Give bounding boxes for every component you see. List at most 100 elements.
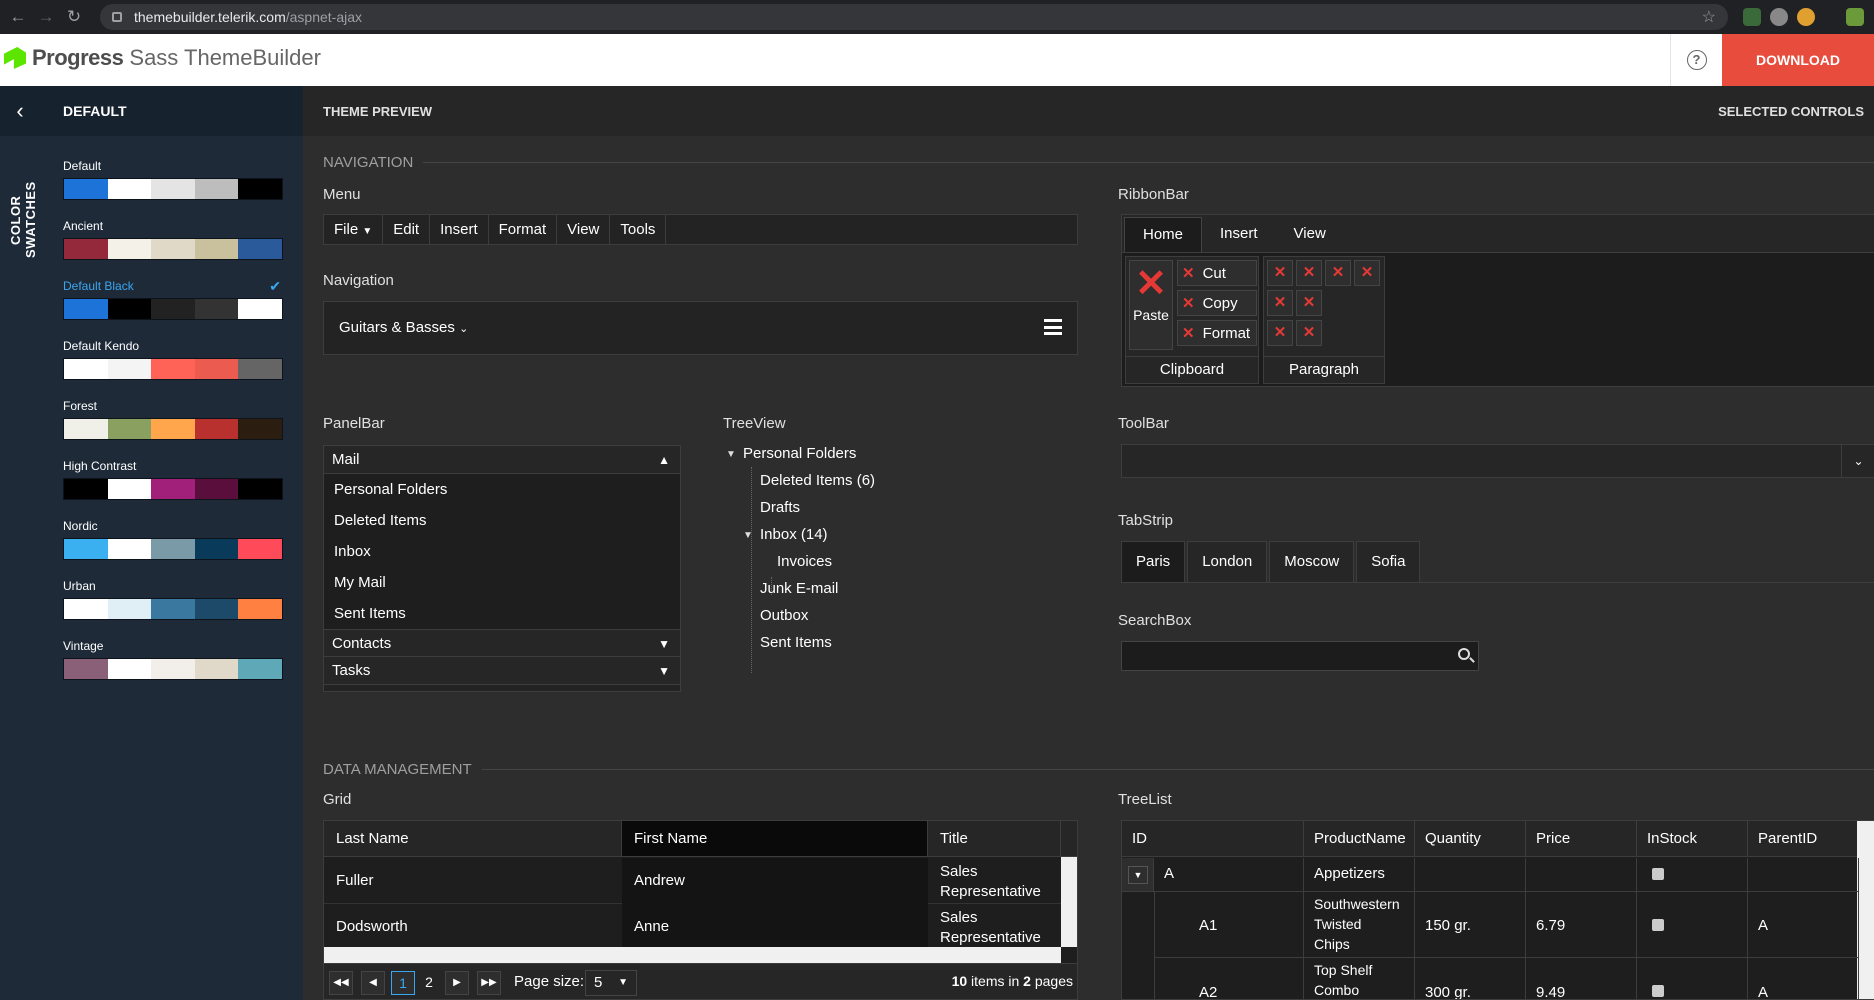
expand-triangle-icon[interactable]: ▼ xyxy=(743,530,753,541)
collapse-triangle-icon[interactable]: ▼ xyxy=(1128,866,1148,884)
back-icon[interactable]: ← xyxy=(8,7,28,27)
ribbon-tab-home[interactable]: Home xyxy=(1124,217,1203,252)
tab-moscow[interactable]: Moscow xyxy=(1269,541,1355,582)
last-page-icon[interactable]: ▶▶ xyxy=(477,971,501,995)
extension-icon[interactable] xyxy=(1846,8,1864,26)
panelbar-item[interactable]: Personal Folders xyxy=(324,474,680,505)
panelbar: Mail ▲ Personal Folders Deleted Items Inb… xyxy=(323,445,681,692)
grid-header-title[interactable]: Title xyxy=(928,821,1061,857)
copy-button[interactable]: ✕ Copy xyxy=(1177,290,1257,316)
pager-summary: 10 items in 2 pages xyxy=(951,973,1073,989)
tree-node-inbox[interactable]: Inbox (14) xyxy=(760,526,828,543)
vertical-scrollbar[interactable] xyxy=(1857,821,1874,999)
menu-item-view[interactable]: View xyxy=(557,215,611,244)
ribbon-tab-insert[interactable]: Insert xyxy=(1202,215,1276,252)
swatch-default-black[interactable]: Default Black ✔ xyxy=(63,278,283,320)
color-chip xyxy=(194,239,239,259)
vertical-scrollbar[interactable] xyxy=(1061,857,1077,947)
panelbar-item[interactable]: Sent Items xyxy=(324,598,680,629)
tree-node-personal-folders[interactable]: Personal Folders xyxy=(743,445,856,462)
color-chip xyxy=(107,299,152,319)
cut-button[interactable]: ✕ Cut xyxy=(1177,260,1257,286)
help-button[interactable]: ? xyxy=(1670,34,1722,86)
tree-node-invoices[interactable]: Invoices xyxy=(777,553,832,570)
hamburger-icon[interactable] xyxy=(1044,319,1062,335)
menu-item-edit[interactable]: Edit xyxy=(383,215,431,244)
paragraph-tool-icon[interactable]: ✕ xyxy=(1267,260,1293,286)
tab-london[interactable]: London xyxy=(1187,541,1268,582)
format-button[interactable]: ✕ Format xyxy=(1177,320,1257,346)
swatch-default-kendo[interactable]: Default Kendo xyxy=(63,338,283,380)
tree-node-drafts[interactable]: Drafts xyxy=(760,499,800,516)
table-row[interactable]: Dodsworth Anne Sales Representative xyxy=(324,904,1061,950)
search-input[interactable] xyxy=(1121,641,1479,671)
address-bar[interactable]: themebuilder.telerik.com/aspnet-ajax ☆ xyxy=(100,4,1728,30)
paste-button[interactable]: ✕ Paste xyxy=(1129,260,1173,350)
ribbon-tab-view[interactable]: View xyxy=(1276,215,1344,252)
table-row[interactable]: Fuller Andrew Sales Representative xyxy=(324,858,1061,904)
first-page-icon[interactable]: ◀◀ xyxy=(329,971,353,995)
paragraph-tool-icon[interactable]: ✕ xyxy=(1267,320,1293,346)
panelbar-item[interactable]: My Mail xyxy=(324,567,680,598)
tree-node-sent[interactable]: Sent Items xyxy=(760,634,832,651)
menu-item-tools[interactable]: Tools xyxy=(610,215,667,244)
paragraph-tool-icon[interactable]: ✕ xyxy=(1354,260,1380,286)
panelbar-header-contacts[interactable]: Contacts ▼ xyxy=(324,629,680,657)
menu-item-insert[interactable]: Insert xyxy=(430,215,489,244)
progress-logo[interactable]: Progress Sass ThemeBuilder xyxy=(4,45,321,71)
treelist-header-id[interactable]: ID xyxy=(1122,821,1304,857)
horizontal-scrollbar[interactable] xyxy=(324,947,1061,963)
next-page-icon[interactable]: ▶ xyxy=(445,971,469,995)
color-chip xyxy=(64,299,108,319)
tab-sofia[interactable]: Sofia xyxy=(1356,541,1421,582)
treelist-header-price[interactable]: Price xyxy=(1526,821,1637,857)
swatch-colors xyxy=(63,478,283,500)
tree-node-junk[interactable]: Junk E-mail xyxy=(760,580,838,597)
paragraph-tool-icon[interactable]: ✕ xyxy=(1267,290,1293,316)
swatch-forest[interactable]: Forest xyxy=(63,398,283,440)
treelist-header-parentid[interactable]: ParentID xyxy=(1748,821,1859,857)
expand-triangle-icon[interactable]: ▼ xyxy=(726,449,736,460)
page-2-button[interactable]: 2 xyxy=(417,971,441,995)
forward-icon[interactable]: → xyxy=(36,7,56,27)
paragraph-tool-icon[interactable]: ✕ xyxy=(1325,260,1351,286)
search-icon[interactable] xyxy=(1458,648,1470,660)
prev-page-icon[interactable]: ◀ xyxy=(361,971,385,995)
bookmark-star-icon[interactable]: ☆ xyxy=(1702,7,1716,27)
extension-icon[interactable] xyxy=(1770,8,1788,26)
swatch-high-contrast[interactable]: High Contrast xyxy=(63,458,283,500)
nav-item-guitars[interactable]: Guitars & Basses ⌄ xyxy=(339,319,468,336)
reload-icon[interactable]: ↻ xyxy=(64,7,84,27)
menu-item-format[interactable]: Format xyxy=(489,215,558,244)
panelbar-header-mail[interactable]: Mail ▲ xyxy=(324,446,680,474)
treelist-header-quantity[interactable]: Quantity xyxy=(1415,821,1526,857)
tree-node-outbox[interactable]: Outbox xyxy=(760,607,808,624)
grid-header-lastname[interactable]: Last Name xyxy=(324,821,622,857)
paragraph-tool-icon[interactable]: ✕ xyxy=(1296,260,1322,286)
swatch-urban[interactable]: Urban xyxy=(63,578,283,620)
page-1-button[interactable]: 1 xyxy=(391,971,415,995)
extension-icon[interactable] xyxy=(1743,8,1761,26)
selected-controls-link[interactable]: SELECTED CONTROLS xyxy=(1718,104,1864,119)
swatch-vintage[interactable]: Vintage xyxy=(63,638,283,680)
color-swatches-tab[interactable]: COLOR SWATCHES xyxy=(8,158,38,282)
chevron-down-icon[interactable]: ⌄ xyxy=(1841,445,1874,477)
treelist-header-productname[interactable]: ProductName xyxy=(1304,821,1415,857)
grid-header-firstname[interactable]: First Name xyxy=(622,821,928,857)
swatch-default[interactable]: Default xyxy=(63,158,283,200)
paragraph-tool-icon[interactable]: ✕ xyxy=(1296,320,1322,346)
panelbar-item[interactable]: Inbox xyxy=(324,536,680,567)
swatch-ancient[interactable]: Ancient xyxy=(63,218,283,260)
paragraph-tool-icon[interactable]: ✕ xyxy=(1296,290,1322,316)
extension-icon[interactable] xyxy=(1797,8,1815,26)
download-button[interactable]: DOWNLOAD xyxy=(1722,34,1874,86)
tab-paris[interactable]: Paris xyxy=(1121,541,1186,582)
panelbar-header-tasks[interactable]: Tasks ▼ xyxy=(324,657,680,685)
treelist-header-instock[interactable]: InStock xyxy=(1637,821,1748,857)
swatch-nordic[interactable]: Nordic xyxy=(63,518,283,560)
panelbar-item[interactable]: Deleted Items xyxy=(324,505,680,536)
tree-node-deleted[interactable]: Deleted Items (6) xyxy=(760,472,875,489)
menu-item-file[interactable]: File ▼ xyxy=(324,215,384,244)
page-size-select[interactable]: 5 ▼ xyxy=(585,970,637,996)
chevron-left-icon[interactable]: ‹ xyxy=(0,86,40,136)
